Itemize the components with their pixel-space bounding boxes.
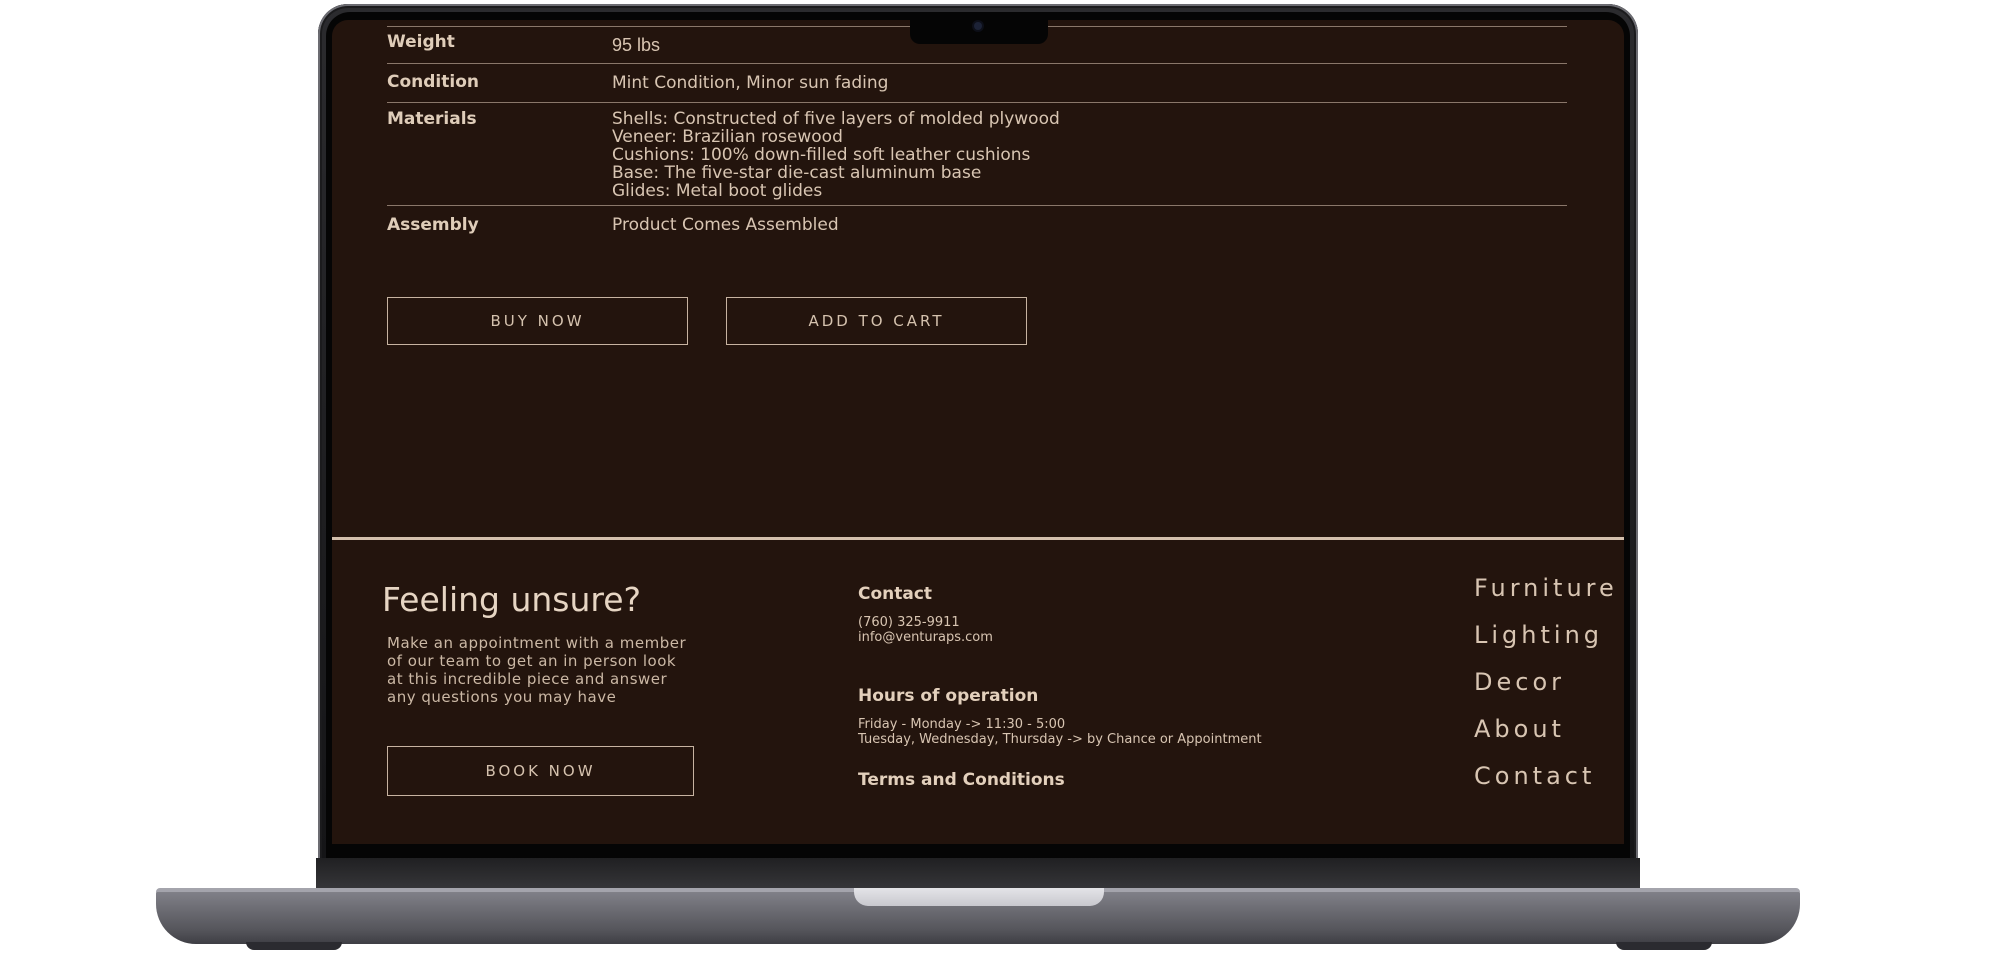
spec-value-line: Shells: Constructed of five layers of mo…: [612, 109, 1060, 129]
spec-divider: [387, 102, 1567, 103]
camera-notch: [910, 12, 1048, 44]
email-link[interactable]: info@venturaps.com: [858, 630, 993, 645]
camera-icon: [974, 22, 982, 30]
hours-line: Tuesday, Wednesday, Thursday -> by Chanc…: [858, 732, 1262, 747]
spec-value-condition: Mint Condition, Minor sun fading: [612, 74, 888, 92]
spec-value-materials: Shells: Constructed of five layers of mo…: [612, 110, 1060, 200]
spec-value-assembly: Product Comes Assembled: [612, 216, 839, 234]
hours-line: Friday - Monday -> 11:30 - 5:00: [858, 717, 1066, 732]
spec-value-line: Veneer: Brazilian rosewood: [612, 127, 843, 147]
contact-heading: Contact: [858, 584, 933, 604]
nav-link-decor[interactable]: Decor: [1474, 668, 1618, 715]
spec-label-materials: Materials: [387, 109, 477, 129]
add-to-cart-button[interactable]: ADD TO CART: [726, 297, 1027, 345]
book-now-button[interactable]: BOOK NOW: [387, 746, 694, 796]
terms-link[interactable]: Terms and Conditions: [858, 770, 1065, 790]
contact-details: (760) 325-9911 info@venturaps.com: [858, 615, 993, 645]
laptop-chin: [316, 858, 1640, 888]
spec-value-line: Glides: Metal boot glides: [612, 181, 823, 201]
spec-divider: [387, 63, 1567, 64]
footer-title: Feeling unsure?: [382, 580, 642, 619]
nav-link-about[interactable]: About: [1474, 715, 1618, 762]
laptop-mockup: Weight 95 lbs Condition Mint Condition, …: [0, 0, 2000, 958]
spec-value-line: Cushions: 100% down-filled soft leather …: [612, 145, 1031, 165]
laptop-foot: [1616, 942, 1712, 950]
nav-link-lighting[interactable]: Lighting: [1474, 621, 1618, 668]
product-page: Weight 95 lbs Condition Mint Condition, …: [332, 20, 1624, 844]
browser-viewport[interactable]: Weight 95 lbs Condition Mint Condition, …: [332, 20, 1624, 844]
nav-link-contact[interactable]: Contact: [1474, 762, 1618, 809]
spec-label-assembly: Assembly: [387, 215, 479, 235]
spec-value-weight: 95 lbs: [612, 36, 660, 54]
footer-nav: Furniture Lighting Decor About Contact: [1474, 574, 1618, 809]
phone-link[interactable]: (760) 325-9911: [858, 615, 993, 630]
spec-label-condition: Condition: [387, 72, 479, 92]
spec-divider: [387, 205, 1567, 206]
spec-label-weight: Weight: [387, 32, 455, 52]
spec-value-line: Mint Condition, Minor sun fading: [612, 73, 889, 93]
buy-now-button[interactable]: BUY NOW: [387, 297, 688, 345]
laptop-foot: [246, 942, 342, 950]
hours-details: Friday - Monday -> 11:30 - 5:00 Tuesday,…: [858, 717, 1262, 747]
hours-heading: Hours of operation: [858, 686, 1039, 706]
laptop-thumb-notch: [854, 888, 1104, 906]
footer-divider: [332, 537, 1624, 540]
spec-value-line: 95 lbs: [612, 35, 661, 55]
nav-link-furniture[interactable]: Furniture: [1474, 574, 1618, 621]
spec-value-line: Base: The five-star die-cast aluminum ba…: [612, 163, 982, 183]
spec-value-line: Product Comes Assembled: [612, 215, 839, 235]
footer-description: Make an appointment with a member of our…: [387, 634, 687, 706]
